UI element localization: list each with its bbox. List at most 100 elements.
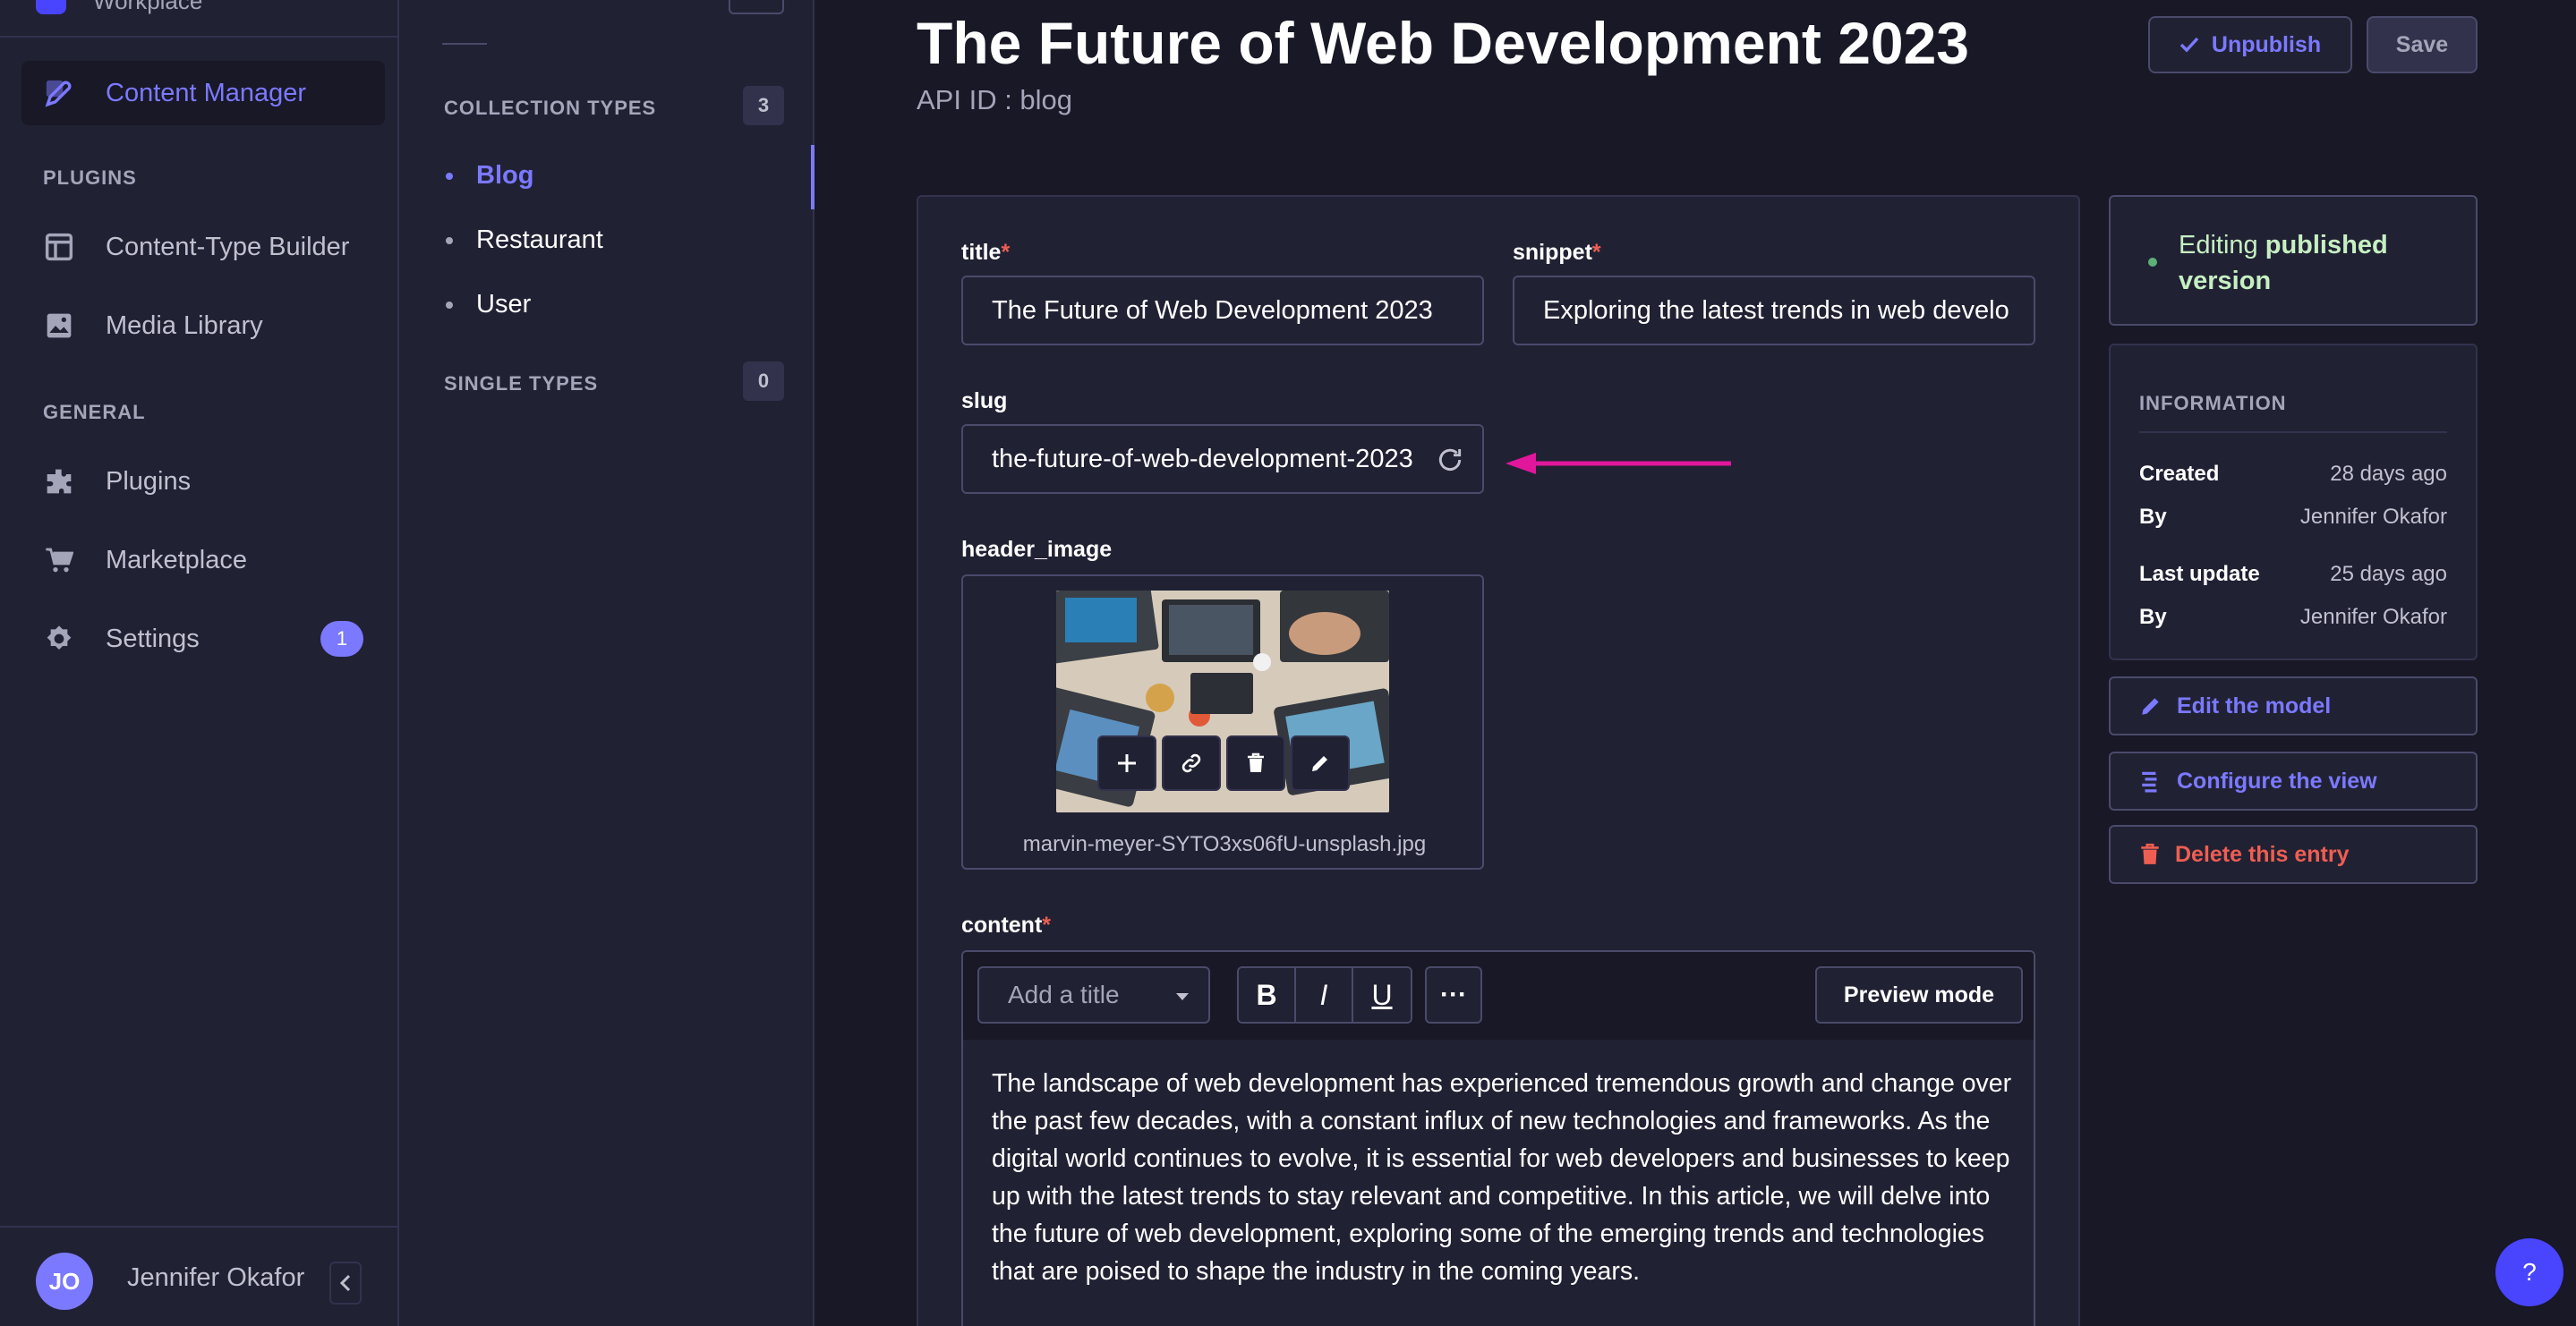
layout-icon bbox=[41, 229, 77, 265]
subnav-item-user[interactable]: User bbox=[444, 290, 531, 319]
content-textarea[interactable]: The landscape of web development has exp… bbox=[992, 1065, 2021, 1290]
settings-badge: 1 bbox=[320, 621, 363, 657]
subnav-item-restaurant[interactable]: Restaurant bbox=[444, 225, 603, 255]
title-input[interactable]: The Future of Web Development 2023 bbox=[961, 276, 1484, 345]
images-icon bbox=[41, 308, 77, 344]
delete-entry-label: Delete this entry bbox=[2175, 841, 2350, 867]
link-icon bbox=[1181, 753, 1201, 773]
chevron-left-icon bbox=[339, 1274, 351, 1292]
created-by-value: Jennifer Okafor bbox=[2299, 505, 2447, 529]
heading-select-value: Add a title bbox=[1008, 981, 1120, 1008]
nav-label: Settings bbox=[106, 624, 200, 653]
nav-marketplace[interactable]: Marketplace bbox=[21, 528, 385, 592]
underline-button[interactable]: U bbox=[1353, 968, 1411, 1022]
annotation-arrow-icon bbox=[1506, 453, 1731, 474]
bullet-icon bbox=[446, 236, 453, 244]
section-collection-types: COLLECTION TYPES bbox=[444, 97, 657, 119]
unpublish-button[interactable]: Unpublish bbox=[2148, 16, 2352, 73]
single-types-count: 0 bbox=[743, 361, 784, 401]
nav-content-type-builder[interactable]: Content-Type Builder bbox=[21, 215, 385, 279]
collapse-sidebar-button[interactable] bbox=[329, 1262, 362, 1305]
help-button[interactable]: ? bbox=[2495, 1238, 2563, 1306]
preview-mode-button[interactable]: Preview mode bbox=[1815, 966, 2023, 1024]
status-prefix: Editing bbox=[2179, 231, 2265, 259]
section-single-types: SINGLE TYPES bbox=[444, 372, 599, 395]
updated-value: 25 days ago bbox=[2330, 562, 2447, 586]
updated-by-label: By bbox=[2139, 605, 2167, 629]
save-button[interactable]: Save bbox=[2367, 16, 2478, 73]
bullet-icon bbox=[446, 301, 453, 309]
italic-button[interactable]: I bbox=[1296, 968, 1353, 1022]
copy-link-button[interactable] bbox=[1162, 735, 1221, 791]
nav-plugins[interactable]: Plugins bbox=[21, 449, 385, 514]
image-actions bbox=[1097, 735, 1350, 791]
page-title: The Future of Web Development 2023 bbox=[917, 10, 1970, 76]
field-label-text: title bbox=[961, 240, 1002, 265]
snippet-label: snippet* bbox=[1513, 240, 1601, 266]
status-dot bbox=[2148, 258, 2157, 267]
nav-label: Plugins bbox=[106, 466, 192, 496]
more-options-button[interactable]: ··· bbox=[1425, 966, 1482, 1024]
user-name[interactable]: Jennifer Okafor bbox=[127, 1263, 304, 1293]
gear-icon bbox=[41, 621, 77, 657]
divider bbox=[442, 43, 487, 45]
search-button-stub[interactable] bbox=[729, 0, 784, 14]
pencil-icon bbox=[2142, 698, 2159, 715]
bullet-icon bbox=[446, 172, 453, 180]
refresh-icon[interactable] bbox=[1436, 446, 1464, 481]
subnav-item-blog[interactable]: Blog bbox=[444, 161, 533, 191]
status-text: Editing published version bbox=[2179, 227, 2456, 299]
slug-input[interactable]: the-future-of-web-development-2023 bbox=[961, 424, 1484, 494]
snippet-input[interactable]: Exploring the latest trends in web devel… bbox=[1513, 276, 2035, 345]
nav-label: Media Library bbox=[106, 310, 263, 340]
nav-label: Marketplace bbox=[106, 545, 247, 574]
editor-toolbar: Add a title B I U ··· Preview mode bbox=[963, 952, 2034, 1040]
slug-value: the-future-of-web-development-2023 bbox=[992, 444, 1413, 473]
nav-label: Content Manager bbox=[106, 78, 307, 107]
title-label: title* bbox=[961, 240, 1010, 266]
content-manager-subnav: COLLECTION TYPES 3 Blog Restaurant User … bbox=[399, 0, 815, 1326]
section-general: GENERAL bbox=[43, 401, 146, 423]
content-label: content* bbox=[961, 913, 1051, 939]
edit-model-label: Edit the model bbox=[2177, 693, 2332, 718]
divider bbox=[2139, 431, 2447, 433]
trash-icon bbox=[1248, 752, 1264, 772]
avatar[interactable]: JO bbox=[36, 1253, 93, 1310]
created-label: Created bbox=[2139, 462, 2220, 486]
user-footer: JO Jennifer Okafor bbox=[0, 1226, 397, 1326]
unpublish-label: Unpublish bbox=[2211, 31, 2322, 57]
caret-down-icon bbox=[1176, 993, 1189, 1000]
created-value: 28 days ago bbox=[2330, 462, 2447, 486]
trash-icon bbox=[2141, 843, 2159, 864]
delete-entry-button[interactable]: Delete this entry bbox=[2109, 825, 2478, 884]
heading-select[interactable]: Add a title bbox=[977, 966, 1210, 1024]
subnav-item-label: User bbox=[476, 290, 532, 319]
header-image-field[interactable]: marvin-meyer-SYTO3xs06fU-unsplash.jpg bbox=[961, 574, 1484, 870]
cart-icon bbox=[41, 542, 77, 578]
publish-status-box: Editing published version bbox=[2109, 195, 2478, 326]
edit-image-button[interactable] bbox=[1291, 735, 1350, 791]
format-buttons: B I U bbox=[1237, 966, 1412, 1024]
list-settings-icon bbox=[2142, 771, 2157, 793]
info-title: INFORMATION bbox=[2139, 392, 2287, 414]
content-editor: Add a title B I U ··· Preview mode The l… bbox=[961, 950, 2035, 1326]
configure-view-button[interactable]: Configure the view bbox=[2109, 752, 2478, 811]
required-asterisk: * bbox=[1591, 240, 1601, 265]
updated-by-value: Jennifer Okafor bbox=[2299, 605, 2447, 629]
field-label-text: snippet bbox=[1513, 240, 1592, 265]
plus-icon bbox=[1118, 754, 1136, 772]
add-image-button[interactable] bbox=[1097, 735, 1156, 791]
subnav-item-label: Blog bbox=[476, 161, 534, 190]
field-label-text: content bbox=[961, 913, 1043, 938]
workspace-header: Workplace bbox=[0, 0, 397, 38]
delete-image-button[interactable] bbox=[1226, 735, 1285, 791]
subnav-item-label: Restaurant bbox=[476, 225, 603, 254]
check-icon bbox=[2179, 37, 2199, 53]
nav-content-manager[interactable]: Content Manager bbox=[21, 61, 385, 125]
nav-media-library[interactable]: Media Library bbox=[21, 293, 385, 358]
nav-settings[interactable]: Settings 1 bbox=[21, 607, 385, 671]
collection-types-count: 3 bbox=[743, 86, 784, 125]
api-id: API ID : blog bbox=[917, 84, 1073, 115]
edit-model-button[interactable]: Edit the model bbox=[2109, 676, 2478, 735]
bold-button[interactable]: B bbox=[1239, 968, 1296, 1022]
